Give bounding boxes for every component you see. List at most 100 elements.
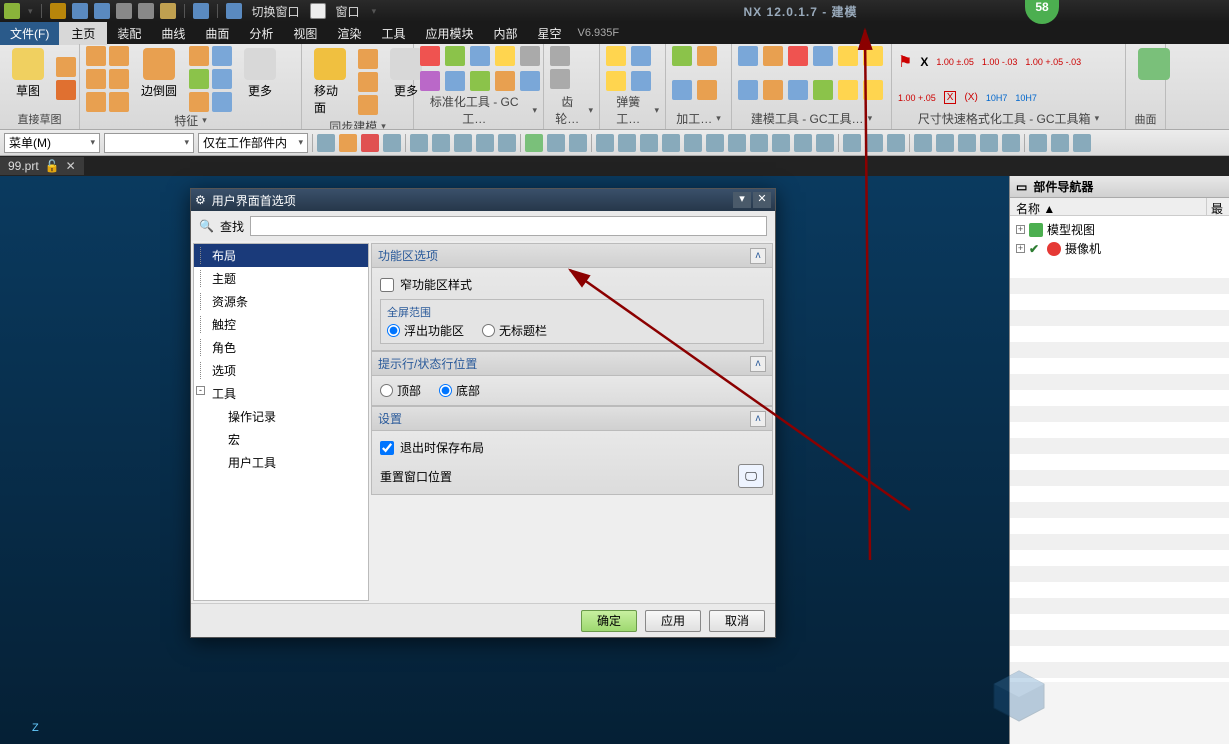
std-tool-icon[interactable]	[495, 71, 515, 91]
dialog-close-icon[interactable]: ✕	[753, 192, 771, 208]
spring-icon[interactable]	[631, 71, 651, 91]
spring-icon[interactable]	[631, 46, 651, 66]
sketch-tool-icon[interactable]	[56, 57, 76, 77]
model-tool-icon[interactable]	[788, 80, 808, 100]
dim-tol-3[interactable]: 1.00 +.05 -.03	[1025, 57, 1081, 67]
view-icon[interactable]	[843, 134, 861, 152]
tree-node-cameras[interactable]: + ✔ 摄像机	[1016, 239, 1223, 258]
sel-icon[interactable]	[410, 134, 428, 152]
sel-icon[interactable]	[317, 134, 335, 152]
std-tool-icon[interactable]	[520, 71, 540, 91]
model-tool-icon[interactable]	[838, 46, 858, 66]
float-ribbon-radio-label[interactable]: 浮出功能区	[387, 322, 464, 339]
feature-icon[interactable]	[109, 92, 129, 112]
type-filter-combo[interactable]: ▾	[104, 133, 194, 153]
sketch-tool-icon[interactable]	[56, 80, 76, 100]
view-icon[interactable]	[1029, 134, 1047, 152]
sel-icon[interactable]	[476, 134, 494, 152]
file-menu[interactable]: 文件(F)	[0, 22, 59, 45]
std-tool-icon[interactable]	[420, 71, 440, 91]
collapse-icon[interactable]: ʌ	[750, 411, 766, 427]
tab-curve[interactable]: 曲线	[151, 22, 195, 45]
feature-icon[interactable]	[109, 69, 129, 89]
dim-tol-1[interactable]: 1.00 ±.05	[936, 57, 973, 67]
sel-icon[interactable]	[454, 134, 472, 152]
sel-icon[interactable]	[525, 134, 543, 152]
feature-icon[interactable]	[86, 92, 106, 112]
feature-icon[interactable]	[189, 92, 209, 112]
copy-icon[interactable]	[138, 3, 154, 19]
sel-icon[interactable]	[432, 134, 450, 152]
sync-icon[interactable]	[358, 72, 378, 92]
sketch-button[interactable]: 草图	[6, 46, 50, 111]
sel-icon[interactable]	[383, 134, 401, 152]
view-icon[interactable]	[1073, 134, 1091, 152]
sel-icon[interactable]	[361, 134, 379, 152]
ok-button[interactable]: 确定	[581, 610, 637, 632]
top-radio[interactable]	[380, 384, 393, 397]
view-icon[interactable]	[914, 134, 932, 152]
model-tool-icon[interactable]	[838, 80, 858, 100]
window-icon[interactable]	[310, 3, 326, 19]
mfg-icon[interactable]	[672, 46, 692, 66]
cancel-button[interactable]: 取消	[709, 610, 765, 632]
view-icon[interactable]	[865, 134, 883, 152]
view-icon[interactable]	[1051, 134, 1069, 152]
reset-window-button[interactable]: 🖵	[738, 464, 764, 488]
snap-icon[interactable]	[772, 134, 790, 152]
dim-box-x-icon[interactable]: X	[944, 91, 957, 104]
snap-icon[interactable]	[728, 134, 746, 152]
tab-sky[interactable]: 星空	[527, 22, 571, 45]
feature-icon[interactable]	[109, 46, 129, 66]
nav-tools[interactable]: -工具	[194, 382, 368, 405]
model-tool-icon[interactable]	[813, 46, 833, 66]
std-tool-icon[interactable]	[420, 46, 440, 66]
model-tool-icon[interactable]	[763, 80, 783, 100]
model-tool-icon[interactable]	[813, 80, 833, 100]
gear-tool-icon[interactable]	[550, 46, 570, 66]
tab-tools[interactable]: 工具	[371, 22, 415, 45]
spring-icon[interactable]	[606, 71, 626, 91]
apply-button[interactable]: 应用	[645, 610, 701, 632]
file-tab[interactable]: 99.prt 🔓 ✕	[0, 157, 84, 175]
snap-icon[interactable]	[706, 134, 724, 152]
sync-icon[interactable]	[358, 95, 378, 115]
collapse-icon[interactable]: ʌ	[750, 248, 766, 264]
model-tool-icon[interactable]	[788, 46, 808, 66]
expand-icon[interactable]: +	[1016, 244, 1025, 253]
menu-combo[interactable]: 菜单(M)▾	[4, 133, 100, 153]
collapse-icon[interactable]: ʌ	[750, 356, 766, 372]
no-titlebar-radio-label[interactable]: 无标题栏	[482, 322, 547, 339]
more-button[interactable]: 更多	[238, 46, 282, 112]
view-icon[interactable]	[958, 134, 976, 152]
nav-resource[interactable]: 资源条	[194, 290, 368, 313]
bottom-radio[interactable]	[439, 384, 452, 397]
nav-role[interactable]: 角色	[194, 336, 368, 359]
close-tab-icon[interactable]: ✕	[66, 159, 76, 173]
dim-fit-2[interactable]: 10H7	[1015, 93, 1037, 103]
feature-icon[interactable]	[86, 46, 106, 66]
model-tool-icon[interactable]	[763, 46, 783, 66]
window-label[interactable]: 窗口	[336, 3, 360, 20]
nav-touch[interactable]: 触控	[194, 313, 368, 336]
feature-icon[interactable]	[86, 69, 106, 89]
tab-internal[interactable]: 内部	[483, 22, 527, 45]
std-tool-icon[interactable]	[470, 71, 490, 91]
feature-icon[interactable]	[212, 46, 232, 66]
chevron-down-icon[interactable]: ▾	[28, 6, 33, 17]
dialog-pin-icon[interactable]: ▾	[733, 192, 751, 208]
tab-surface[interactable]: 曲面	[195, 22, 239, 45]
snap-icon[interactable]	[750, 134, 768, 152]
snap-icon[interactable]	[640, 134, 658, 152]
snap-icon[interactable]	[618, 134, 636, 152]
sel-icon[interactable]	[498, 134, 516, 152]
surface-button[interactable]	[1132, 46, 1176, 111]
std-tool-icon[interactable]	[445, 46, 465, 66]
save-icon[interactable]	[50, 3, 66, 19]
nx-icon[interactable]	[4, 3, 20, 19]
bottom-radio-label[interactable]: 底部	[439, 382, 480, 399]
snap-icon[interactable]	[684, 134, 702, 152]
tab-assembly[interactable]: 装配	[107, 22, 151, 45]
snap-icon[interactable]	[596, 134, 614, 152]
col-last[interactable]: 最	[1207, 198, 1229, 215]
